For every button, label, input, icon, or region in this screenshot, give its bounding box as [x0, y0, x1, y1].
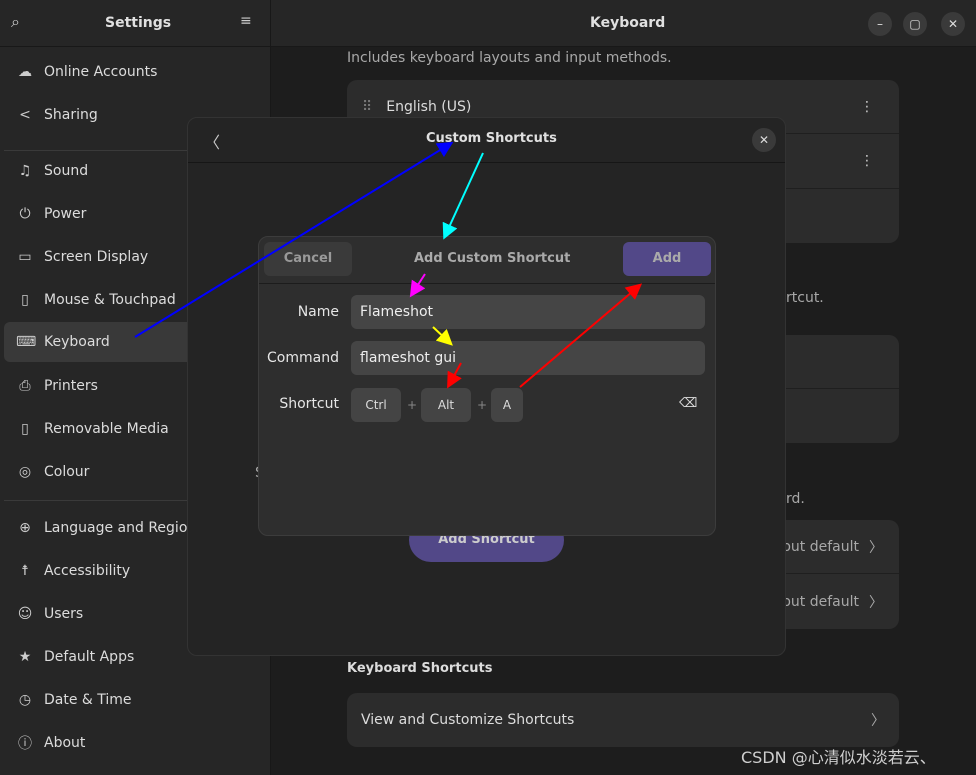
arrow-magenta — [409, 273, 426, 298]
arrow-blue — [134, 141, 454, 338]
arrow-cyan — [442, 152, 484, 240]
arrow-red-add — [519, 283, 643, 388]
watermark: CSDN @心清似水淡若云、 — [741, 748, 936, 767]
arrow-yellow — [432, 326, 453, 346]
annotation-arrows — [134, 141, 643, 389]
arrow-red-alt — [447, 362, 462, 389]
